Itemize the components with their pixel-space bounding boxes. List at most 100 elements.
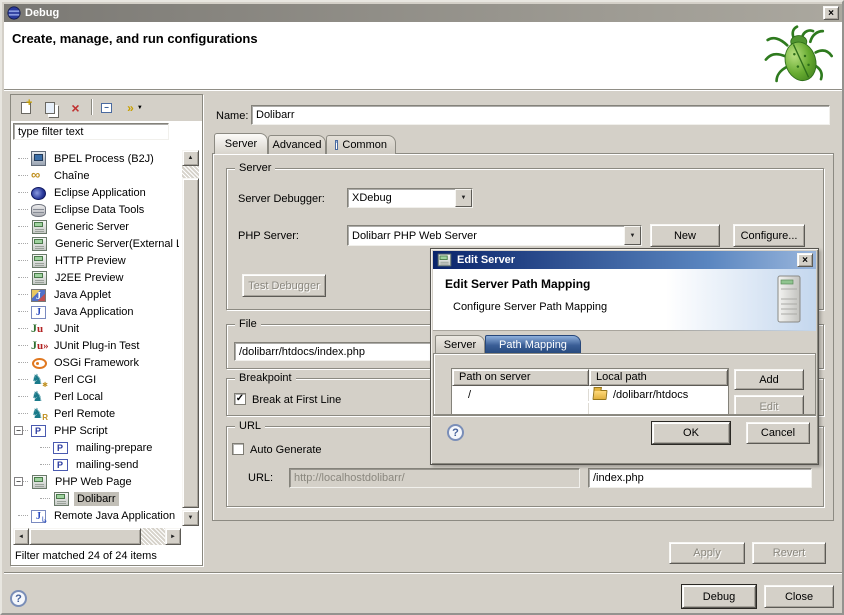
name-label: Name: [216, 110, 248, 122]
scroll-right-icon[interactable]: ► [165, 528, 181, 545]
tree-item-dolibarr[interactable]: Dolibarr [11, 490, 179, 507]
close-icon[interactable]: × [823, 6, 839, 20]
perl-remote-icon [31, 406, 46, 421]
scrollbar-track[interactable] [182, 166, 199, 178]
chevron-down-icon[interactable]: ▼ [624, 226, 641, 245]
dialog-title: Edit Server [457, 254, 515, 266]
delete-button[interactable]: × [65, 98, 86, 118]
ok-button[interactable]: OK [652, 422, 730, 444]
filter-input[interactable] [13, 123, 169, 140]
tree-item-junit[interactable]: JUnit [11, 320, 179, 337]
tree-item-java-application[interactable]: Java Application [11, 303, 179, 320]
bpel-process-icon [31, 151, 46, 166]
php-server-select[interactable]: Dolibarr PHP Web Server ▼ [347, 225, 642, 246]
tree-toolbar: + × − » ▼ [11, 95, 202, 121]
tree-item-eclipse-application[interactable]: Eclipse Application [11, 184, 179, 201]
dialog-titlebar: Edit Server × [433, 251, 816, 269]
chevron-down-icon: ▼ [137, 105, 143, 111]
close-button[interactable]: Close [764, 585, 834, 608]
scrollbar-track[interactable] [141, 528, 165, 545]
tree-item-php-script[interactable]: −PHP Script [11, 422, 179, 439]
dialog-tab-server[interactable]: Server [435, 335, 485, 353]
configure-server-button[interactable]: Configure... [733, 224, 805, 247]
table-row[interactable]: / /dolibarr/htdocs [452, 386, 728, 403]
junit-plugin-icon [31, 338, 46, 353]
window-titlebar: Debug × [4, 4, 842, 22]
eclipse-application-icon [31, 187, 46, 200]
junit-icon [31, 321, 46, 336]
scrollbar-thumb[interactable] [29, 528, 141, 545]
tree-item-java-applet[interactable]: Java Applet [11, 286, 179, 303]
php-server-label: PHP Server: [238, 230, 299, 242]
url-base-input [289, 468, 580, 488]
tree-item-mailing-send[interactable]: mailing-send [11, 456, 179, 473]
tree-item-http-preview[interactable]: HTTP Preview [11, 252, 179, 269]
tree-item-chaine[interactable]: Chaîne [11, 167, 179, 184]
collapse-expander-icon[interactable]: − [14, 426, 23, 435]
copy-icon [45, 102, 55, 114]
dialog-button-bar: ? OK Cancel [433, 415, 816, 463]
tree-item-junit-plugin-test[interactable]: JUnit Plug-in Test [11, 337, 179, 354]
auto-generate-checkbox[interactable] [232, 443, 244, 455]
php-icon [53, 442, 68, 454]
tab-common[interactable]: Common [326, 135, 396, 154]
scroll-down-icon[interactable]: ▼ [182, 510, 199, 526]
name-input[interactable] [251, 105, 830, 125]
tab-advanced[interactable]: Advanced [268, 135, 326, 154]
filter-button[interactable]: » ▼ [121, 98, 149, 118]
url-group-title: URL [235, 420, 265, 433]
duplicate-button[interactable] [39, 98, 60, 118]
tree-item-perl-cgi[interactable]: Perl CGI [11, 371, 179, 388]
tree-item-php-web-page[interactable]: −PHP Web Page [11, 473, 179, 490]
apply-button: Apply [669, 542, 745, 564]
window-title: Debug [25, 7, 59, 19]
toolbar-separator [91, 99, 92, 115]
perl-cgi-icon [31, 372, 46, 387]
test-debugger-button: Test Debugger [242, 274, 326, 297]
collapse-expander-icon[interactable]: − [14, 477, 23, 486]
tree-item-bpel-process[interactable]: BPEL Process (B2J) [11, 150, 179, 167]
dialog-banner: Edit Server Path Mapping Configure Serve… [433, 269, 816, 331]
debug-configurations-window: Debug × Create, manage, and run configur… [0, 0, 844, 615]
server-icon [32, 237, 47, 251]
table-icon [335, 140, 338, 150]
file-group-title: File [235, 318, 261, 331]
server-debugger-select[interactable]: XDebug ▼ [347, 188, 473, 208]
tree-item-perl-local[interactable]: Perl Local [11, 388, 179, 405]
edit-mapping-button: Edit [734, 395, 804, 415]
cancel-button[interactable]: Cancel [746, 422, 810, 444]
scrollbar-thumb[interactable] [182, 178, 199, 508]
tree-item-eclipse-data-tools[interactable]: Eclipse Data Tools [11, 201, 179, 218]
scroll-up-icon[interactable]: ▲ [182, 150, 199, 166]
debug-button[interactable]: Debug [682, 585, 756, 608]
tree-item-j2ee-preview[interactable]: J2EE Preview [11, 269, 179, 286]
configuration-tree: BPEL Process (B2J) Chaîne Eclipse Applic… [11, 148, 181, 526]
tab-server[interactable]: Server [214, 133, 268, 154]
break-first-line-checkbox[interactable]: ✓ [234, 393, 246, 405]
add-mapping-button[interactable]: Add [734, 369, 804, 390]
new-server-button[interactable]: New [650, 224, 720, 247]
php-icon [53, 459, 68, 471]
breakpoint-group-title: Breakpoint [235, 372, 296, 385]
tree-item-generic-server[interactable]: Generic Server [11, 218, 179, 235]
column-header-path-on-server[interactable]: Path on server [452, 369, 589, 386]
chevron-down-icon[interactable]: ▼ [455, 189, 472, 207]
help-icon[interactable]: ? [447, 424, 464, 441]
new-configuration-button[interactable]: + [15, 98, 36, 118]
dialog-heading: Edit Server Path Mapping [445, 277, 590, 291]
collapse-all-button[interactable]: − [96, 98, 117, 118]
column-header-local-path[interactable]: Local path [589, 369, 728, 386]
close-icon[interactable]: × [797, 253, 813, 267]
tree-item-remote-java-application[interactable]: Remote Java Application [11, 507, 179, 524]
dialog-tab-path-mapping[interactable]: Path Mapping [485, 335, 581, 353]
tree-item-generic-server-external[interactable]: Generic Server(External La [11, 235, 179, 252]
tree-item-perl-remote[interactable]: Perl Remote [11, 405, 179, 422]
help-icon[interactable]: ? [10, 590, 27, 607]
scroll-left-icon[interactable]: ◄ [13, 528, 29, 545]
server-icon [32, 220, 47, 234]
server-icon [32, 271, 47, 285]
url-path-input[interactable] [588, 468, 812, 488]
tree-item-osgi-framework[interactable]: OSGi Framework [11, 354, 179, 371]
tree-item-mailing-prepare[interactable]: mailing-prepare [11, 439, 179, 456]
path-mapping-panel: Path on server Local path / /dolibarr/ht… [433, 353, 816, 415]
